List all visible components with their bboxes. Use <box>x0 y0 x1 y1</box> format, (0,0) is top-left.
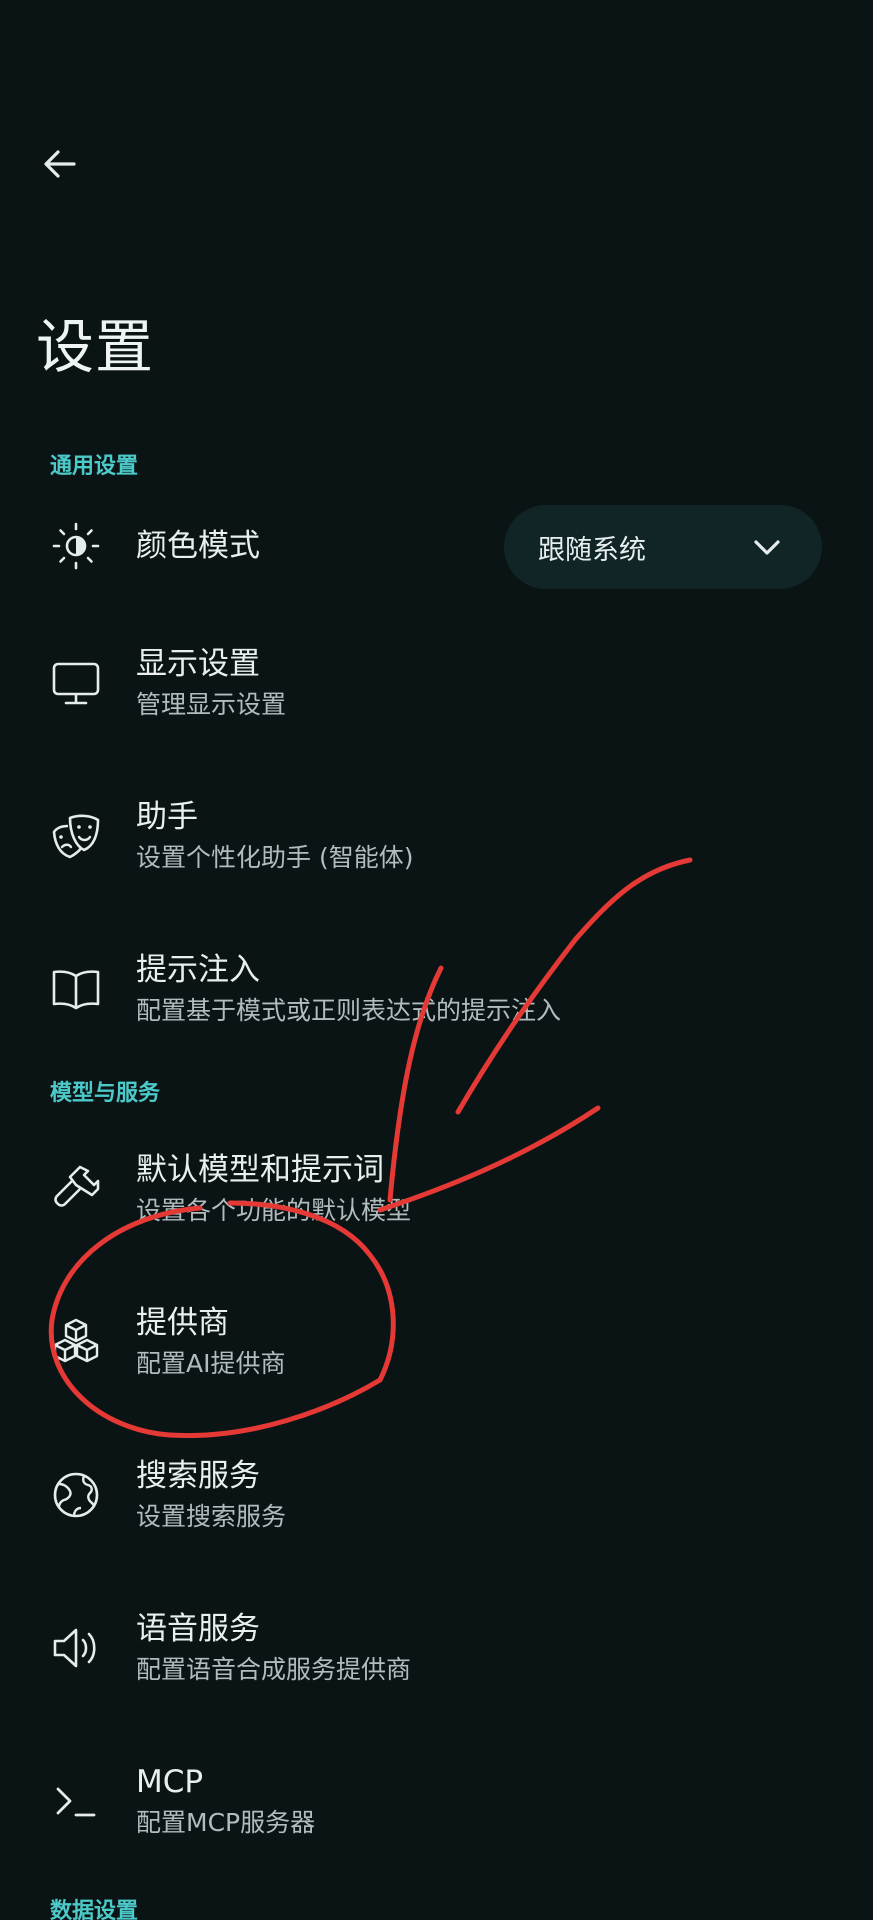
section-header-data: 数据设置 <box>50 1899 139 1920</box>
item-subtitle: 设置个性化助手 (智能体) <box>136 843 414 872</box>
item-subtitle: 设置搜索服务 <box>136 1502 287 1531</box>
monitor-icon <box>50 657 102 709</box>
settings-item-voice[interactable]: 语音服务 配置语音合成服务提供商 <box>0 1583 873 1713</box>
item-title: 提供商 <box>136 1305 229 1341</box>
item-subtitle: 配置MCP服务器 <box>136 1808 316 1837</box>
theater-mask-icon <box>50 810 102 862</box>
item-title: 助手 <box>136 799 198 835</box>
item-title: 语音服务 <box>136 1611 260 1647</box>
settings-item-search[interactable]: 搜索服务 设置搜索服务 <box>0 1430 873 1560</box>
item-subtitle: 管理显示设置 <box>136 690 287 719</box>
page-title: 设置 <box>36 313 155 381</box>
settings-item-prompt-injection[interactable]: 提示注入 配置基于模式或正则表达式的提示注入 <box>0 924 873 1054</box>
item-subtitle: 设置各个功能的默认模型 <box>136 1196 412 1225</box>
arrow-left-icon <box>40 144 80 184</box>
settings-item-providers[interactable]: 提供商 配置AI提供商 <box>0 1277 873 1407</box>
chevron-down-icon <box>752 533 782 563</box>
settings-item-display[interactable]: 显示设置 管理显示设置 <box>0 618 873 748</box>
settings-screen: 设置 通用设置 颜色模式 跟随系统 显示设置 管理显示设置 助手 设置个性化助手… <box>0 0 873 1920</box>
settings-item-default-model[interactable]: 默认模型和提示词 设置各个功能的默认模型 <box>0 1124 873 1254</box>
item-title: 显示设置 <box>136 646 260 682</box>
globe-icon <box>50 1469 102 1521</box>
back-button[interactable] <box>30 134 90 194</box>
color-mode-value: 跟随系统 <box>538 534 646 566</box>
speaker-icon <box>50 1622 102 1674</box>
color-mode-dropdown[interactable]: 跟随系统 <box>504 505 822 589</box>
item-title: 默认模型和提示词 <box>136 1152 384 1188</box>
item-subtitle: 配置基于模式或正则表达式的提示注入 <box>136 996 562 1025</box>
item-title: MCP <box>136 1764 204 1800</box>
item-subtitle: 配置AI提供商 <box>136 1349 286 1378</box>
settings-item-assistant[interactable]: 助手 设置个性化助手 (智能体) <box>0 771 873 901</box>
cubes-icon <box>50 1316 102 1368</box>
book-icon <box>50 963 102 1015</box>
item-title: 提示注入 <box>136 952 260 988</box>
hammer-icon <box>50 1163 102 1215</box>
section-header-models: 模型与服务 <box>50 1081 161 1106</box>
color-mode-label: 颜色模式 <box>136 528 260 564</box>
terminal-icon <box>50 1775 102 1827</box>
item-title: 搜索服务 <box>136 1458 260 1494</box>
item-subtitle: 配置语音合成服务提供商 <box>136 1655 412 1684</box>
brightness-icon <box>50 520 102 572</box>
settings-item-mcp[interactable]: MCP 配置MCP服务器 <box>0 1736 873 1866</box>
section-header-general: 通用设置 <box>50 454 139 479</box>
